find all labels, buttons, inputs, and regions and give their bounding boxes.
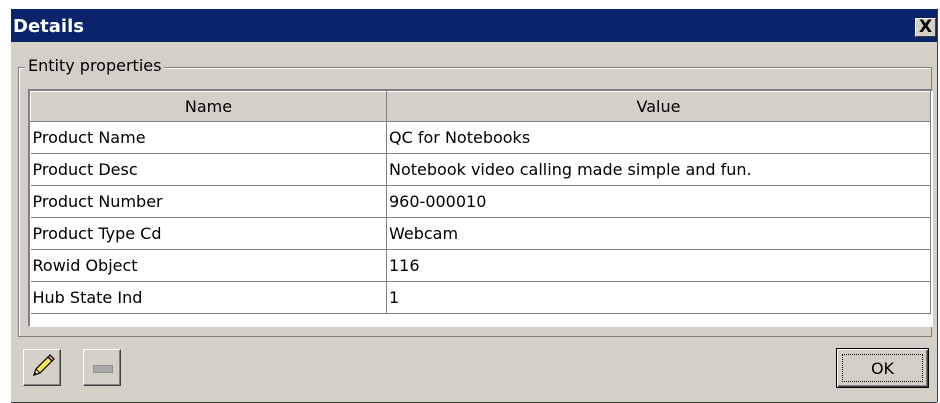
- details-dialog: Details X Entity properties Name Value P…: [10, 8, 938, 403]
- property-value-cell[interactable]: 1: [386, 281, 931, 314]
- title-bar: Details X: [11, 9, 937, 42]
- table-row[interactable]: Rowid Object 116: [30, 249, 931, 282]
- column-header-value[interactable]: Value: [386, 91, 931, 122]
- table-row[interactable]: Product Number 960-000010: [30, 185, 931, 218]
- ok-button[interactable]: OK: [836, 348, 929, 388]
- edit-button[interactable]: [23, 349, 61, 386]
- pencil-icon: [33, 354, 55, 376]
- property-value-cell[interactable]: Notebook video calling made simple and f…: [386, 153, 931, 186]
- property-name-cell[interactable]: Product Number: [30, 185, 387, 218]
- property-value-cell[interactable]: QC for Notebooks: [386, 121, 931, 154]
- group-legend: Entity properties: [25, 56, 165, 75]
- minus-icon: [93, 365, 113, 373]
- table-row[interactable]: Product Name QC for Notebooks: [30, 121, 931, 154]
- table-row[interactable]: Product Desc Notebook video calling made…: [30, 153, 931, 186]
- table-header-row: Name Value: [30, 91, 931, 122]
- close-button[interactable]: X: [915, 18, 936, 37]
- remove-button[interactable]: [83, 349, 121, 386]
- property-value-cell[interactable]: 960-000010: [386, 185, 931, 218]
- dialog-title: Details: [13, 16, 84, 37]
- property-value-cell[interactable]: 116: [386, 249, 931, 282]
- property-value-cell[interactable]: Webcam: [386, 217, 931, 250]
- column-header-name[interactable]: Name: [30, 91, 387, 122]
- property-name-cell[interactable]: Hub State Ind: [30, 281, 387, 314]
- property-name-cell[interactable]: Product Name: [30, 121, 387, 154]
- property-name-cell[interactable]: Product Type Cd: [30, 217, 387, 250]
- properties-table: Name Value Product Name QC for Notebooks…: [28, 89, 933, 327]
- table-row[interactable]: Product Type Cd Webcam: [30, 217, 931, 250]
- table-row[interactable]: Hub State Ind 1: [30, 281, 931, 314]
- property-name-cell[interactable]: Rowid Object: [30, 249, 387, 282]
- ok-button-label: OK: [870, 359, 895, 378]
- close-icon: X: [918, 17, 933, 37]
- property-name-cell[interactable]: Product Desc: [30, 153, 387, 186]
